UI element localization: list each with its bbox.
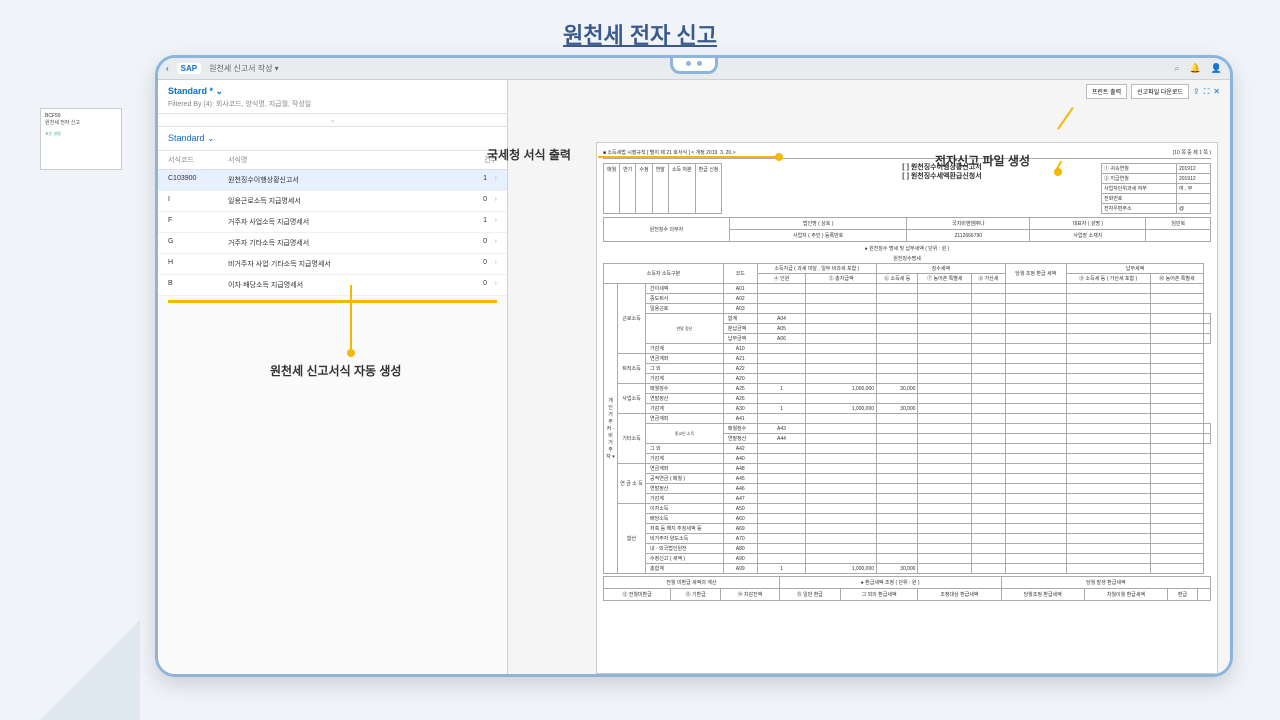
obligor-info-table: 원천징수 의무자 법인명 ( 상호 )국치비엔엠㈜나 대표자 ( 성명 )임민복… [603,217,1211,242]
chevron-down-icon: ⌄ [207,133,215,143]
page-corner-decoration [40,620,140,720]
callout-line-auto [350,285,352,351]
withholding-detail-table: 소득자 소득구분 코드 소득지급 ( 과세 미달 , 일부 비과세 포함 ) 징… [603,263,1211,574]
document-toolbar: 프린트 출력 신고파일 다운로드 ⇪ ⛶ ✕ [1086,84,1220,99]
bell-icon[interactable]: 🔔 [1190,63,1201,74]
variant-selector[interactable]: Standard * ⌄ [168,86,497,97]
callout-dot-print [775,153,783,161]
print-button[interactable]: 프린트 출력 [1086,84,1127,99]
tax-form-document: ■ 소득세법 시행규칙 [ 별지 제 21 호서식 ] < 개정 2019. 3… [596,142,1218,674]
table-row[interactable]: H비거주자 사업·기타소득 지급명세서0› [158,254,507,275]
doc-regulation: ■ 소득세법 시행규칙 [ 별지 제 21 호서식 ] < 개정 2019. 3… [603,149,736,156]
filter-header: Standard * ⌄ Filtered By (4): 회사코드, 양식명,… [158,80,507,114]
refund-adjustment-table: 전월 미환급 세액의 계산 ● 환급세액 조정 ( 단위 : 원 ) 당월 발생… [603,576,1211,601]
doc-page-info: (10 쪽 중 제 1 쪽 ) [1173,149,1211,156]
download-button[interactable]: 신고파일 다운로드 [1131,84,1189,99]
chevron-down-icon: ⌄ [216,86,224,96]
thumb-title: 원천세 전자 신고 [45,119,117,126]
list-header: Standard ⌄ [158,127,507,151]
export-icon[interactable]: ⇪ [1193,87,1200,96]
callout-dot-file [1054,168,1062,176]
list-variant[interactable]: Standard ⌄ [168,133,497,144]
table-row[interactable]: B이자·배당소득 지급명세서0› [158,275,507,296]
callout-form-print: 국세청 서식 출력 [487,146,571,163]
callout-line-print [598,156,778,158]
section1-title: ● 원천징수 명세 및 납부세액 ( 단위 : 원 ) [603,245,1211,252]
sap-logo: SAP [177,63,201,74]
search-icon[interactable]: ⌕ [1175,63,1180,74]
table-row[interactable]: G거주자 기타소득 지급명세서0› [158,233,507,254]
highlight-underline [168,300,497,303]
col-code: 서식코드 [168,155,228,165]
table-row[interactable]: F거주자 사업소득 지급명세서1› [158,212,507,233]
callout-auto-gen: 원천세 신고서식 자동 생성 [270,362,401,379]
slide-thumbnail[interactable]: BCF50 원천세 전자 신고 표준 설명 [40,108,122,170]
back-button[interactable]: ‹ [166,64,169,73]
callout-dot-auto [347,349,355,357]
table-row[interactable]: C103900원천징수이행상황신고서1› [158,170,507,191]
filter-summary: Filtered By (4): 회사코드, 양식명, 지급월, 작성일 [168,99,497,109]
breadcrumb[interactable]: 원천세 신고서 작성 ▾ [209,63,279,74]
user-icon[interactable]: 👤 [1211,63,1222,74]
section2-title: 원천징수명세 [603,255,1211,262]
right-panel: 프린트 출력 신고파일 다운로드 ⇪ ⛶ ✕ ■ 소득세법 시행규칙 [ 별지 … [508,80,1230,674]
doc-meta-right: ① 귀속연월201912 ② 지급연월201912 사업자단위과세 여부여 , … [1101,163,1211,214]
col-name: 서식명 [228,155,467,165]
table-header-row: 서식코드 서식명 건수 [158,151,507,170]
table-row[interactable]: I일용근로소득 지급명세서0› [158,191,507,212]
page-title: 원천세 전자 신고 [0,0,1280,62]
period-cells: 매월반기수정 연말소득 처분환급 신청 [603,163,783,214]
collapse-filter-button[interactable]: ⌄ [158,114,507,127]
thumb-meta: 표준 설명 [45,132,117,137]
close-icon[interactable]: ✕ [1213,87,1220,96]
callout-file-gen: 전자신고 파일 생성 [935,152,1030,169]
fullscreen-icon[interactable]: ⛶ [1204,87,1210,97]
window-handle [670,56,718,74]
